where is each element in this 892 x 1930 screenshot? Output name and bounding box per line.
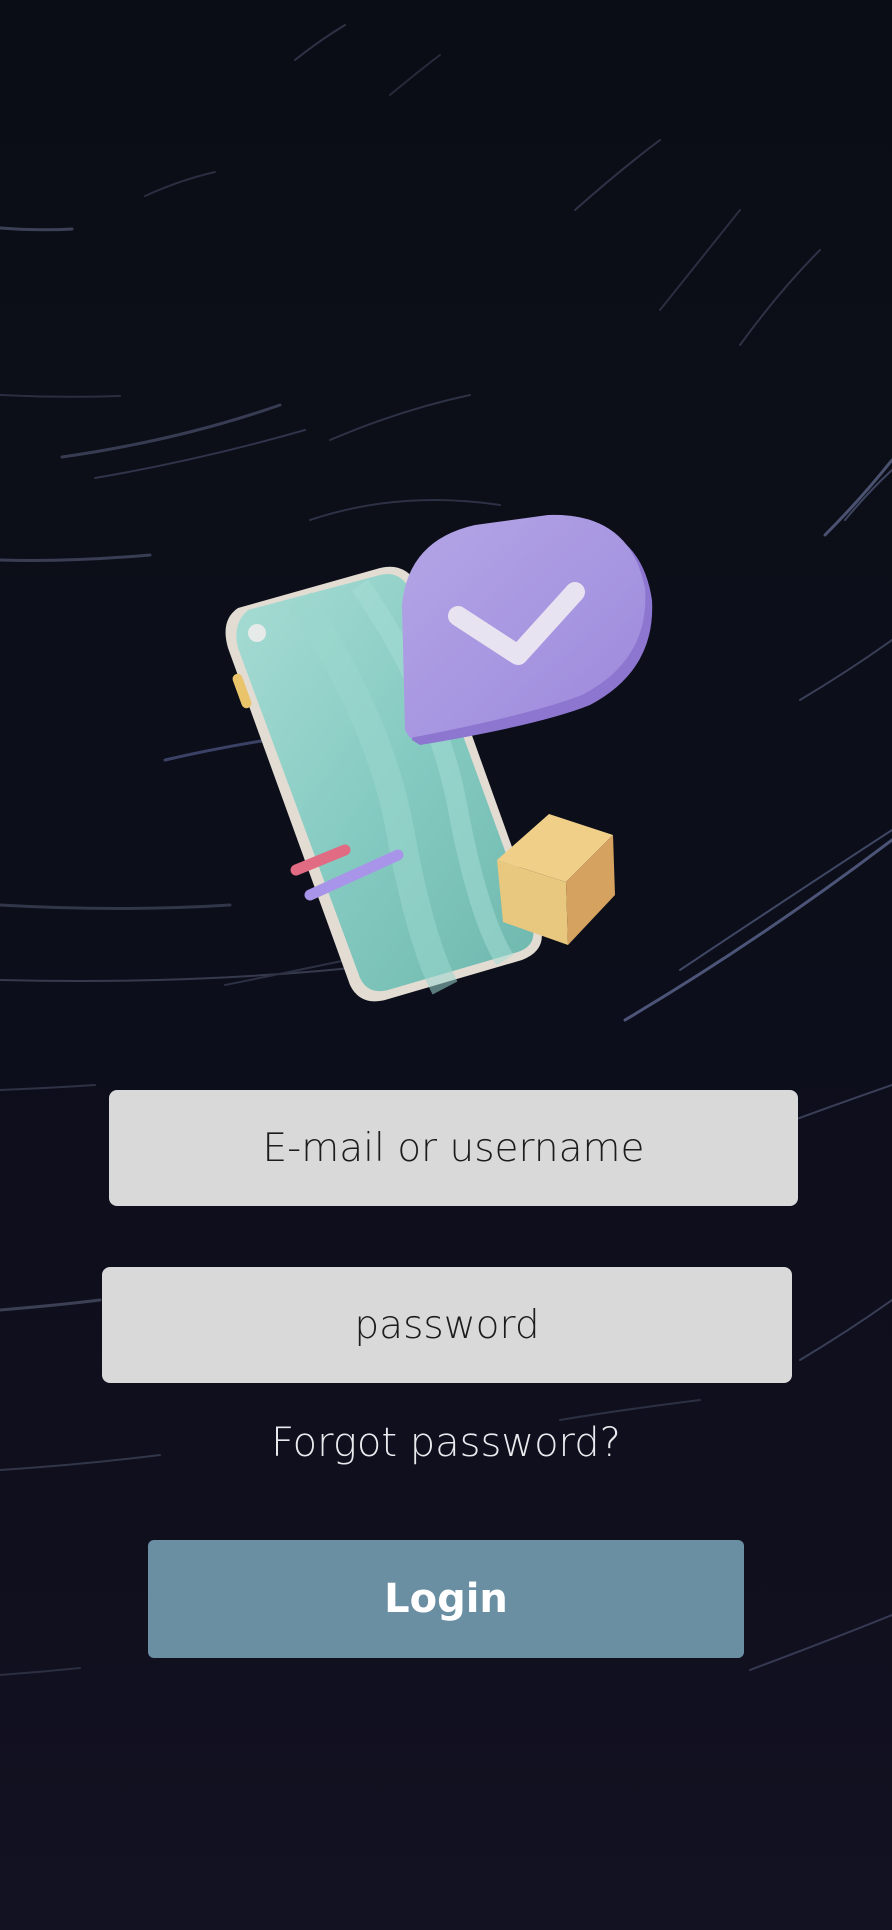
password-input[interactable]: [102, 1267, 792, 1383]
location-pin-icon: [402, 514, 653, 745]
login-button[interactable]: Login: [148, 1540, 744, 1658]
forgot-password-link[interactable]: Forgot password?: [0, 1420, 892, 1466]
email-username-input[interactable]: [109, 1090, 798, 1206]
box-icon: [497, 814, 615, 945]
